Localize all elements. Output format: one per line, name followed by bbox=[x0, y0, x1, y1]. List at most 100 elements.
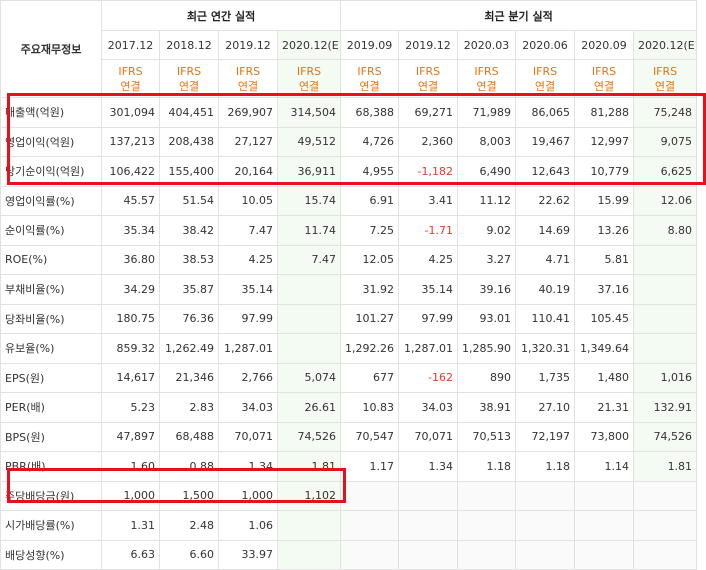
table-cell: 1.60 bbox=[101, 451, 160, 482]
table-cell: 6.63 bbox=[101, 539, 160, 570]
table-cell: 2,766 bbox=[218, 362, 278, 393]
table-cell: 1,287.01 bbox=[398, 333, 459, 364]
table-cell bbox=[276, 303, 342, 334]
table-cell: 27,127 bbox=[218, 126, 278, 157]
table-cell: 6,490 bbox=[457, 156, 517, 187]
table-cell: 38.91 bbox=[457, 392, 517, 423]
table-cell: 1.18 bbox=[515, 451, 576, 482]
table-cell bbox=[398, 480, 459, 511]
table-cell bbox=[515, 539, 576, 570]
table-cell: 14,617 bbox=[101, 362, 160, 393]
ifrs-consolidated-label: IFRS 연결 bbox=[218, 59, 278, 98]
table-row: 영업이익(억원) 137,213 208,438 27,127 49,512 4,726 2… bbox=[0, 126, 698, 157]
table-cell: 81,288 bbox=[574, 97, 635, 128]
table-cell: 132.91 bbox=[633, 392, 698, 423]
table-cell: 1.81 bbox=[276, 451, 342, 482]
table-cell: 35.14 bbox=[398, 274, 459, 305]
table-cell bbox=[633, 480, 698, 511]
ifrs-consolidated-label: IFRS 연결 bbox=[574, 59, 635, 98]
table-cell: 11.12 bbox=[457, 185, 517, 216]
table-cell: 35.87 bbox=[159, 274, 219, 305]
row-label: 순이익률(%) bbox=[0, 215, 102, 246]
ifrs-label: IFRS bbox=[296, 64, 322, 78]
table-cell bbox=[633, 274, 698, 305]
table-cell: 7.47 bbox=[276, 244, 342, 275]
table-row: 영업이익률(%) 45.57 51.54 10.05 15.74 6.91 3.41 11.1… bbox=[0, 185, 698, 216]
table-cell: 1.81 bbox=[633, 451, 698, 482]
table-cell: -1.71 bbox=[398, 215, 459, 246]
period-header: 2020.06 bbox=[515, 30, 576, 60]
table-cell: 13.26 bbox=[574, 215, 635, 246]
table-cell: 4.71 bbox=[515, 244, 576, 275]
table-cell: 2,360 bbox=[398, 126, 459, 157]
table-cell bbox=[457, 539, 517, 570]
ifrs-consolidated-label: IFRS 연결 bbox=[515, 59, 576, 98]
row-label: 매출액(억원) bbox=[0, 97, 102, 128]
table-cell: 68,488 bbox=[159, 421, 219, 452]
table-cell: 97.99 bbox=[398, 303, 459, 334]
row-label: PER(배) bbox=[0, 392, 102, 423]
table-cell: 47,897 bbox=[101, 421, 160, 452]
table-cell: 33.97 bbox=[218, 539, 278, 570]
table-cell: 74,526 bbox=[633, 421, 698, 452]
row-label: 영업이익(억원) bbox=[0, 126, 102, 157]
table-cell: 269,907 bbox=[218, 97, 278, 128]
table-cell: 110.41 bbox=[515, 303, 576, 334]
table-cell: 26.61 bbox=[276, 392, 342, 423]
table-cell: 34.03 bbox=[218, 392, 278, 423]
ifrs-label: IFRS bbox=[176, 64, 202, 78]
table-cell: 12.05 bbox=[340, 244, 400, 275]
table-cell: 69,271 bbox=[398, 97, 459, 128]
table-cell: 1.17 bbox=[340, 451, 400, 482]
table-cell: 34.03 bbox=[398, 392, 459, 423]
table-row: 매출액(억원) 301,094 404,451 269,907 314,504 68,38… bbox=[0, 97, 698, 128]
period-header: 2017.12 bbox=[101, 30, 160, 60]
table-cell: 3.41 bbox=[398, 185, 459, 216]
table-cell: 68,388 bbox=[340, 97, 400, 128]
row-label: 시가배당률(%) bbox=[0, 510, 102, 541]
table-cell bbox=[340, 539, 400, 570]
table-row: PBR(배) 1.60 0.88 1.34 1.81 1.17 1.34 1.18 1.18 1.… bbox=[0, 451, 698, 482]
consolidated-label: 연결 bbox=[359, 79, 380, 93]
period-header: 2020.09 bbox=[574, 30, 635, 60]
table-cell: 6.60 bbox=[159, 539, 219, 570]
row-label: EPS(원) bbox=[0, 362, 102, 393]
table-cell: 34.29 bbox=[101, 274, 160, 305]
table-row: ROE(%) 36.80 38.53 4.25 7.47 12.05 4.25 3.27 4.7… bbox=[0, 244, 698, 275]
table-cell bbox=[276, 510, 342, 541]
table-cell: 51.54 bbox=[159, 185, 219, 216]
table-cell: 4.25 bbox=[218, 244, 278, 275]
table-cell bbox=[457, 480, 517, 511]
table-cell: 40.19 bbox=[515, 274, 576, 305]
ifrs-label: IFRS bbox=[652, 64, 678, 78]
row-label: BPS(원) bbox=[0, 421, 102, 452]
ifrs-label: IFRS bbox=[591, 64, 617, 78]
table-cell: 1.31 bbox=[101, 510, 160, 541]
table-cell: 49,512 bbox=[276, 126, 342, 157]
table-cell bbox=[633, 244, 698, 275]
table-cell: 70,071 bbox=[398, 421, 459, 452]
table-cell: 7.47 bbox=[218, 215, 278, 246]
ifrs-consolidated-label: IFRS 연결 bbox=[159, 59, 219, 98]
table-cell bbox=[276, 274, 342, 305]
table-cell: 677 bbox=[340, 362, 400, 393]
row-label: 부채비율(%) bbox=[0, 274, 102, 305]
table-cell: 1.14 bbox=[574, 451, 635, 482]
table-cell: 2.48 bbox=[159, 510, 219, 541]
table-cell: 1,500 bbox=[159, 480, 219, 511]
table-cell: 1.06 bbox=[218, 510, 278, 541]
table-cell bbox=[340, 480, 400, 511]
period-header: 2020.03 bbox=[457, 30, 517, 60]
ifrs-label: IFRS bbox=[415, 64, 441, 78]
table-cell: 2.83 bbox=[159, 392, 219, 423]
table-cell: 14.69 bbox=[515, 215, 576, 246]
table-cell: 208,438 bbox=[159, 126, 219, 157]
table-cell: 9,075 bbox=[633, 126, 698, 157]
table-cell: 45.57 bbox=[101, 185, 160, 216]
table-cell: 21.31 bbox=[574, 392, 635, 423]
table-cell: 1,480 bbox=[574, 362, 635, 393]
table-cell: 6,625 bbox=[633, 156, 698, 187]
row-label: ROE(%) bbox=[0, 244, 102, 275]
table-cell: 1.34 bbox=[398, 451, 459, 482]
table-row: 시가배당률(%) 1.31 2.48 1.06 bbox=[0, 510, 698, 541]
